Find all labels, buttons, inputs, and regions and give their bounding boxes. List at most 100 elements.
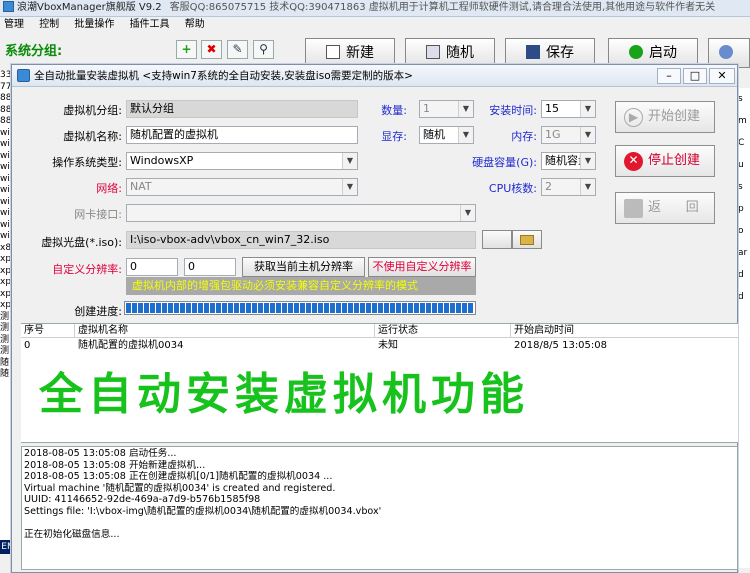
- vm-name-input[interactable]: 随机配置的虚拟机: [126, 126, 358, 144]
- delete-icon: ✖: [206, 42, 217, 56]
- table-row[interactable]: 0 随机配置的虚拟机0034 未知 2018/8/5 13:05:08: [21, 339, 738, 353]
- chevron-down-icon: ▼: [580, 153, 595, 169]
- memory-label: 内存:: [511, 130, 537, 143]
- plus-icon: +: [181, 42, 192, 56]
- no-custom-resolution-button[interactable]: 不使用自定义分辨率: [368, 257, 476, 277]
- minimize-button[interactable]: –: [657, 68, 681, 84]
- edit-group-button[interactable]: ✎: [227, 40, 248, 59]
- random-icon: [426, 45, 440, 59]
- search-group-button[interactable]: ⚲: [253, 40, 274, 59]
- vram-select[interactable]: 随机 ▼: [419, 126, 474, 144]
- disk-select[interactable]: 随机容量 ▼: [541, 152, 596, 170]
- network-select[interactable]: NAT ▼: [126, 178, 358, 196]
- log-line: 2018-08-05 13:05:08 开始新建虚拟机...: [24, 459, 206, 471]
- col-header-status[interactable]: 运行状态: [375, 324, 511, 338]
- os-type-select[interactable]: WindowsXP ▼: [126, 152, 358, 170]
- app-icon: [3, 1, 14, 12]
- add-group-button[interactable]: +: [176, 40, 197, 59]
- install-time-select[interactable]: 15 ▼: [541, 100, 596, 118]
- disk-label: 硬盘容量(G):: [472, 156, 537, 169]
- chevron-down-icon: ▼: [342, 179, 357, 195]
- count-select[interactable]: 1 ▼: [419, 100, 474, 118]
- cell-start-time: 2018/8/5 13:05:08: [514, 340, 608, 351]
- maximize-button[interactable]: □: [683, 68, 707, 84]
- menu-item-control[interactable]: 控制: [39, 19, 59, 30]
- nic-label: 网卡接口:: [74, 208, 122, 221]
- delete-group-button[interactable]: ✖: [201, 40, 222, 59]
- cell-index: 0: [24, 340, 31, 351]
- new-icon: [326, 45, 340, 59]
- progress-label: 创建进度:: [74, 305, 122, 318]
- menu-item-plugins[interactable]: 插件工具: [130, 19, 170, 30]
- maximize-icon: □: [689, 69, 701, 82]
- col-header-start-time[interactable]: 开始启动时间: [511, 324, 738, 338]
- log-panel[interactable]: 2018-08-05 13:05:08 启动任务... 2018-08-05 13…: [21, 446, 738, 570]
- batch-install-dialog: 全自动批量安装虚拟机 <支持win7系统的全自动安装,安装盘iso需要定制的版本…: [11, 64, 738, 573]
- iso-clear-button[interactable]: [482, 230, 512, 249]
- log-line: 2018-08-05 13:05:08 启动任务...: [24, 448, 177, 459]
- vm-group-label: 虚拟机分组:: [63, 104, 122, 117]
- right-list-item[interactable]: d: [738, 264, 750, 286]
- dialog-title-bar: 全自动批量安装虚拟机 <支持win7系统的全自动安装,安装盘iso需要定制的版本…: [12, 65, 737, 87]
- iso-browse-button[interactable]: [512, 230, 542, 249]
- right-list-item[interactable]: m: [738, 110, 750, 132]
- col-header-vm-name[interactable]: 虚拟机名称: [75, 324, 375, 338]
- dialog-title: 全自动批量安装虚拟机 <支持win7系统的全自动安装,安装盘iso需要定制的版本…: [34, 70, 413, 82]
- log-line: Settings file: 'I:\vbox-img\随机配置的虚拟机0034…: [24, 505, 382, 517]
- right-list-item[interactable]: p: [738, 198, 750, 220]
- os-type-label: 操作系统类型:: [52, 156, 122, 169]
- count-label: 数量:: [381, 104, 407, 117]
- stop-icon: ✕: [624, 152, 643, 171]
- nic-select[interactable]: ▼: [126, 204, 476, 222]
- resolution-height-input[interactable]: 0: [184, 258, 236, 276]
- resolution-label: 自定义分辨率:: [52, 263, 122, 276]
- memory-select[interactable]: 1G ▼: [541, 126, 596, 144]
- right-list-item[interactable]: o: [738, 220, 750, 242]
- play-icon: [629, 45, 643, 59]
- get-host-resolution-button[interactable]: 获取当前主机分辨率: [242, 257, 365, 277]
- install-time-label: 安装时间:: [489, 104, 537, 117]
- menu-item-manage[interactable]: 管理: [4, 19, 24, 30]
- play-icon: ▶: [624, 108, 643, 127]
- cell-vm-name: 随机配置的虚拟机0034: [78, 340, 184, 351]
- iso-label: 虚拟光盘(*.iso):: [41, 236, 122, 249]
- cpu-label: CPU核数:: [488, 182, 537, 195]
- folder-icon: [520, 235, 534, 245]
- menu-bar: 管理 控制 批量操作 插件工具 帮助: [0, 17, 750, 33]
- menu-item-help[interactable]: 帮助: [185, 19, 205, 30]
- app-title: 浪潮VboxManager旗舰版 V9.2: [17, 2, 162, 13]
- log-line: 2018-08-05 13:05:08 正在创建虚拟机[0/1]随机配置的虚拟机…: [24, 471, 333, 483]
- close-button[interactable]: ✕: [709, 68, 735, 84]
- group-label: 系统分组:: [5, 44, 63, 59]
- right-list-item[interactable]: s: [738, 176, 750, 198]
- start-create-button[interactable]: ▶ 开始创建: [615, 101, 715, 133]
- right-panel-strip: s m Cu s p o ar d d: [738, 88, 750, 568]
- vram-label: 显存:: [381, 130, 407, 143]
- right-list-item[interactable]: ar: [738, 242, 750, 264]
- create-progress-bar: [124, 301, 476, 315]
- network-label: 网络:: [96, 182, 122, 195]
- chevron-down-icon: ▼: [580, 179, 595, 195]
- log-line: 正在初始化磁盘信息...: [24, 529, 120, 541]
- minimize-icon: –: [666, 69, 672, 82]
- app-notice: 客服QQ:865075715 技术QQ:390471863 虚拟机用于计算机工程…: [169, 2, 716, 13]
- right-list-item[interactable]: d: [738, 286, 750, 308]
- stop-create-button[interactable]: ✕ 停止创建: [615, 145, 715, 177]
- right-list-item[interactable]: C: [738, 132, 750, 154]
- log-line: Virtual machine '随机配置的虚拟机0034' is create…: [24, 482, 336, 494]
- right-list-item[interactable]: u: [738, 154, 750, 176]
- dialog-icon: [17, 69, 30, 82]
- close-icon: ✕: [717, 69, 727, 82]
- edit-icon: ✎: [232, 42, 243, 56]
- vm-name-label: 虚拟机名称:: [63, 130, 122, 143]
- chevron-down-icon: ▼: [342, 153, 357, 169]
- cpu-select[interactable]: 2 ▼: [541, 178, 596, 196]
- log-line: UUID: 41146652-92de-469a-a7d9-b576b1585f…: [24, 494, 261, 506]
- door-icon: [624, 199, 643, 218]
- right-list-item[interactable]: s: [738, 88, 750, 110]
- col-header-index[interactable]: 序号: [21, 324, 75, 338]
- menu-item-batch[interactable]: 批量操作: [74, 19, 114, 30]
- back-button[interactable]: 返 回: [615, 192, 715, 224]
- resolution-width-input[interactable]: 0: [126, 258, 178, 276]
